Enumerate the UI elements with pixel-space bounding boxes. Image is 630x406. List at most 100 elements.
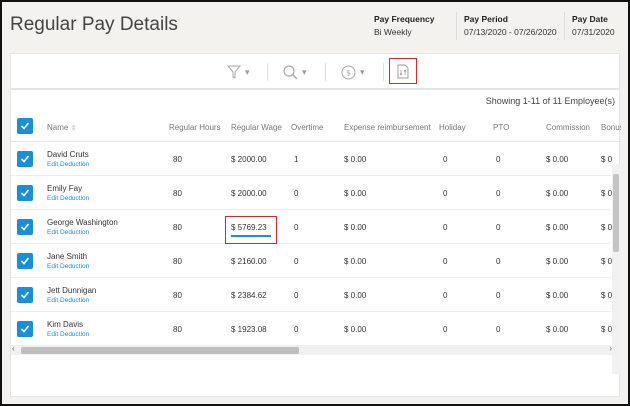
pay-frequency-label: Pay Frequency [374, 14, 435, 24]
employee-name: Jane Smith [47, 252, 88, 261]
showing-count: Showing 1-11 of 11 Employee(s) [485, 96, 615, 106]
edit-deduction-link[interactable]: Edit Deduction [47, 161, 89, 168]
employee-name: Emily Fay [47, 184, 83, 193]
regular-wage-cell[interactable]: $ 1923.08 [231, 325, 267, 334]
pay-period: Pay Period 07/13/2020 - 07/26/2020 [464, 14, 557, 37]
row-checkbox[interactable] [17, 219, 33, 235]
holiday-cell: 0 [443, 325, 448, 334]
export-file-icon [397, 64, 409, 78]
edit-deduction-link[interactable]: Edit Deduction [47, 195, 89, 202]
regular-hours-cell: 80 [173, 155, 182, 164]
commission-cell: $ 0.00 [546, 291, 569, 300]
edit-deduction-link[interactable]: Edit Deduction [47, 263, 89, 270]
horizontal-scroll-thumb[interactable] [21, 347, 299, 354]
column-header-expense[interactable]: Expense reimbursement [344, 123, 431, 132]
overtime-cell: 1 [294, 155, 299, 164]
toolbar: ▾ ▾ $ ▾ [10, 53, 620, 89]
vertical-scroll-thumb[interactable] [613, 174, 619, 252]
table-row: Jett Dunnigan Edit Deduction 80 $ 2384.62 0 $… [11, 278, 612, 312]
select-all-checkbox[interactable] [17, 118, 33, 134]
column-header-commission[interactable]: Commission [546, 123, 590, 132]
row-checkbox[interactable] [17, 321, 33, 337]
check-icon [20, 122, 30, 130]
table-row: George Washington Edit Deduction 80 $ 5769.… [11, 210, 613, 244]
regular-hours-cell: 80 [173, 257, 182, 266]
column-header-holiday[interactable]: Holiday [439, 123, 466, 132]
pto-cell: 0 [496, 189, 501, 198]
pto-cell: 0 [496, 291, 501, 300]
check-icon [20, 189, 30, 197]
edit-deduction-link[interactable]: Edit Deduction [47, 229, 89, 236]
commission-cell: $ 0.00 [546, 189, 569, 198]
commission-cell: $ 0.00 [546, 325, 569, 334]
commission-cell: $ 0.00 [546, 257, 569, 266]
column-header-overtime[interactable]: Overtime [291, 123, 323, 132]
filter-icon [227, 65, 241, 79]
regular-hours-cell: 80 [173, 325, 182, 334]
holiday-cell: 0 [443, 223, 448, 232]
toolbar-divider [267, 63, 268, 81]
app-frame: Regular Pay Details Pay Frequency Bi Wee… [0, 0, 630, 406]
edit-deduction-link[interactable]: Edit Deduction [47, 331, 89, 338]
expense-cell: $ 0.00 [344, 291, 367, 300]
row-checkbox[interactable] [17, 287, 33, 303]
column-header-name[interactable]: Name ⇕ [47, 123, 76, 132]
toolbar-divider [383, 63, 384, 81]
page-title: Regular Pay Details [10, 14, 178, 35]
table-header: Name ⇕ Regular Hours Regular Wage Overti… [11, 112, 621, 142]
bonus-cell: $ 0 [601, 257, 613, 266]
header-divider [456, 12, 457, 40]
chevron-down-icon: ▾ [360, 66, 365, 77]
pay-period-value: 07/13/2020 - 07/26/2020 [464, 27, 557, 37]
row-checkbox[interactable] [17, 253, 33, 269]
bonus-cell: $ 0 [601, 155, 613, 164]
holiday-cell: 0 [443, 257, 448, 266]
pay-type-button[interactable]: $ ▾ [341, 62, 365, 82]
regular-wage-cell[interactable]: $ 2160.00 [231, 257, 267, 266]
pto-cell: 0 [496, 223, 501, 232]
filter-button[interactable]: ▾ [227, 62, 250, 82]
column-header-pto[interactable]: PTO [493, 123, 509, 132]
column-header-regular-wage[interactable]: Regular Wage [231, 123, 282, 132]
regular-wage-cell[interactable]: $ 2000.00 [231, 155, 267, 164]
table-row: Jane Smith Edit Deduction 80 $ 2160.00 0 $ 0.… [11, 244, 613, 278]
header-divider [564, 12, 565, 40]
row-checkbox[interactable] [17, 185, 33, 201]
search-button[interactable]: ▾ [283, 62, 307, 82]
column-header-regular-hours[interactable]: Regular Hours [169, 123, 221, 132]
svg-text:$: $ [346, 68, 351, 77]
regular-wage-cell[interactable]: $ 2384.62 [231, 291, 267, 300]
scroll-left-icon[interactable]: ‹ [12, 344, 15, 353]
regular-wage-cell[interactable]: $ 2000.00 [231, 189, 267, 198]
row-checkbox[interactable] [17, 151, 33, 167]
chevron-down-icon: ▾ [245, 66, 250, 77]
overtime-cell: 0 [294, 223, 299, 232]
check-icon [20, 291, 30, 299]
vertical-scrollbar[interactable] [612, 164, 620, 374]
regular-hours-cell: 80 [173, 189, 182, 198]
horizontal-scrollbar[interactable]: ‹ › [11, 344, 613, 355]
table-row: David Cruts Edit Deduction 80 $ 2000.00 1 $ 0… [11, 142, 613, 176]
scroll-right-icon[interactable]: › [609, 344, 612, 353]
bonus-cell: $ 0 [601, 325, 613, 334]
pay-date-label: Pay Date [572, 14, 608, 24]
export-button[interactable] [389, 58, 417, 84]
page-header: Regular Pay Details Pay Frequency Bi Wee… [2, 2, 628, 52]
pay-frequency-value: Bi Weekly [374, 27, 412, 37]
toolbar-divider [325, 63, 326, 81]
bonus-cell: $ 0 [601, 223, 613, 232]
pay-period-label: Pay Period [464, 14, 508, 24]
expense-cell: $ 0.00 [344, 189, 367, 198]
check-icon [20, 223, 30, 231]
column-header-bonus[interactable]: Bonus [601, 123, 621, 132]
holiday-cell: 0 [443, 155, 448, 164]
search-icon [283, 64, 298, 79]
wage-edit-underline [231, 235, 271, 237]
commission-cell: $ 0.00 [546, 223, 569, 232]
expense-cell: $ 0.00 [344, 155, 367, 164]
holiday-cell: 0 [443, 291, 448, 300]
pay-frequency: Pay Frequency Bi Weekly [374, 14, 434, 37]
check-icon [20, 325, 30, 333]
edit-deduction-link[interactable]: Edit Deduction [47, 297, 89, 304]
overtime-cell: 0 [294, 189, 299, 198]
